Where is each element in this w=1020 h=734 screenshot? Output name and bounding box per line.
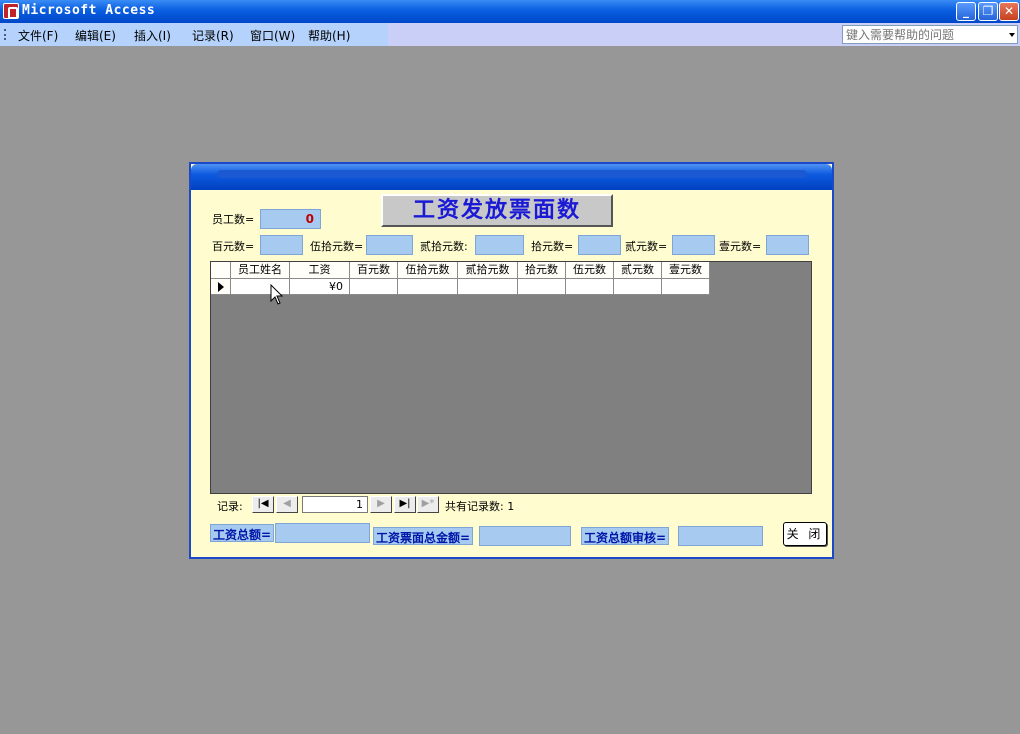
salary-datasheet[interactable]: 员工姓名 工资 百元数 伍拾元数 贰拾元数 拾元数 伍元数 贰元数 壹元数 ¥0 <box>210 261 812 494</box>
two-count-field[interactable] <box>672 235 715 255</box>
ten-count-field[interactable] <box>578 235 621 255</box>
window-title: Microsoft Access <box>22 3 156 18</box>
twenty-count-field[interactable] <box>475 235 524 255</box>
cell-fifty[interactable] <box>398 279 458 295</box>
record-selector[interactable] <box>211 279 231 295</box>
minimize-button[interactable]: _ <box>956 2 976 21</box>
menu-window[interactable]: 窗口(W) <box>250 27 295 44</box>
audit-total-field[interactable] <box>678 526 763 546</box>
hundred-count-label: 百元数= <box>212 240 255 253</box>
column-header-hundred[interactable]: 百元数 <box>350 262 398 279</box>
salary-total-label: 工资总额= <box>210 524 275 542</box>
menu-bar: 文件(F) 编辑(E) 插入(I) 记录(R) 窗口(W) 帮助(H) <box>0 23 1020 46</box>
select-all-corner[interactable] <box>211 262 231 279</box>
audit-total-label: 工资总额审核= <box>581 527 670 545</box>
cell-hundred[interactable] <box>350 279 398 295</box>
record-total-label: 共有记录数: 1 <box>445 500 515 513</box>
salary-total-field[interactable] <box>275 523 370 543</box>
prev-record-button[interactable]: ◀ <box>276 496 298 513</box>
next-record-button[interactable]: ▶ <box>370 496 392 513</box>
column-header-salary[interactable]: 工资 <box>290 262 350 279</box>
hundred-count-field[interactable] <box>260 235 303 255</box>
restore-button[interactable]: ❐ <box>978 2 998 21</box>
first-record-button[interactable]: |◀ <box>252 496 274 513</box>
fifty-count-field[interactable] <box>366 235 413 255</box>
close-form-button[interactable]: 关 闭 <box>783 522 827 546</box>
dropdown-arrow-icon[interactable] <box>1009 33 1015 37</box>
column-header-twenty[interactable]: 贰拾元数 <box>458 262 518 279</box>
menu-file[interactable]: 文件(F) <box>18 27 58 44</box>
cell-ten[interactable] <box>518 279 566 295</box>
twenty-count-label: 贰拾元数: <box>420 240 468 253</box>
current-record-arrow-icon <box>218 282 224 292</box>
close-window-button[interactable]: ✕ <box>999 2 1019 21</box>
cell-one[interactable] <box>662 279 710 295</box>
fifty-count-label: 伍拾元数= <box>310 240 364 253</box>
salary-form-window: 员工数= 0 工资发放票面数 百元数= 伍拾元数= 贰拾元数: 拾元数= 贰元数… <box>189 162 834 559</box>
menu-help[interactable]: 帮助(H) <box>308 27 350 44</box>
menu-edit[interactable]: 编辑(E) <box>75 27 116 44</box>
one-count-field[interactable] <box>766 235 809 255</box>
help-search-input[interactable] <box>843 26 1003 43</box>
access-app-icon[interactable] <box>3 3 19 19</box>
last-record-button[interactable]: ▶| <box>394 496 416 513</box>
one-count-label: 壹元数= <box>719 240 762 253</box>
current-record-input[interactable]: 1 <box>302 496 368 513</box>
record-label: 记录: <box>217 500 243 513</box>
column-header-fifty[interactable]: 伍拾元数 <box>398 262 458 279</box>
ticket-total-label: 工资票面总金额= <box>373 527 474 545</box>
record-navigator: 记录: |◀ ◀ 1 ▶ ▶| ▶* 共有记录数: 1 <box>210 495 812 515</box>
cell-two[interactable] <box>614 279 662 295</box>
column-header-name[interactable]: 员工姓名 <box>231 262 290 279</box>
ten-count-label: 拾元数= <box>531 240 574 253</box>
employee-count-label: 员工数= <box>212 213 255 226</box>
column-header-one[interactable]: 壹元数 <box>662 262 710 279</box>
two-count-label: 贰元数= <box>625 240 668 253</box>
column-header-two[interactable]: 贰元数 <box>614 262 662 279</box>
menu-records[interactable]: 记录(R) <box>192 27 234 44</box>
new-record-button[interactable]: ▶* <box>417 496 439 513</box>
employee-count-field[interactable]: 0 <box>260 209 321 229</box>
ticket-total-field[interactable] <box>479 526 571 546</box>
menu-insert[interactable]: 插入(I) <box>134 27 171 44</box>
column-header-ten[interactable]: 拾元数 <box>518 262 566 279</box>
mouse-cursor-icon <box>270 284 284 305</box>
datasheet-header: 员工姓名 工资 百元数 伍拾元数 贰拾元数 拾元数 伍元数 贰元数 壹元数 <box>211 262 710 279</box>
cell-salary[interactable]: ¥0 <box>290 279 350 295</box>
title-bar: Microsoft Access _ ❐ ✕ <box>0 0 1020 23</box>
toolbar-grip-icon[interactable] <box>4 29 6 40</box>
cell-five[interactable] <box>566 279 614 295</box>
cell-twenty[interactable] <box>458 279 518 295</box>
help-search-box[interactable] <box>842 25 1018 44</box>
form-heading-button[interactable]: 工资发放票面数 <box>381 194 613 227</box>
form-title-bar[interactable] <box>191 164 832 190</box>
column-header-five[interactable]: 伍元数 <box>566 262 614 279</box>
table-row[interactable]: ¥0 <box>211 279 710 295</box>
